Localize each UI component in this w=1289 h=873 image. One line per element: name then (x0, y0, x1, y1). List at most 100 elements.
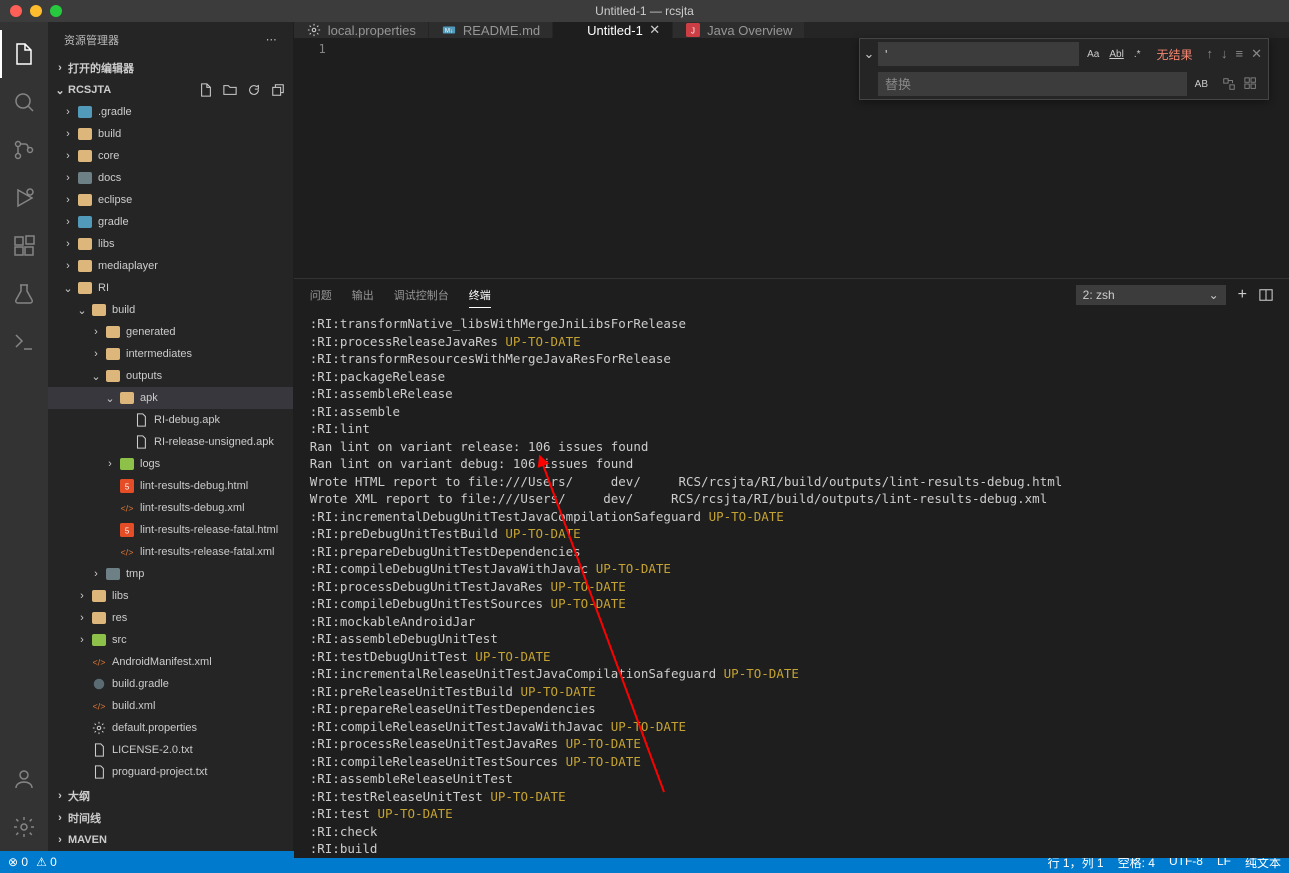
testing-icon[interactable] (0, 270, 48, 318)
settings-gear-icon[interactable] (0, 803, 48, 851)
tree-item[interactable]: ›build (48, 123, 293, 145)
tree-item[interactable]: </>build.xml (48, 695, 293, 717)
tab-terminal[interactable]: 终端 (469, 283, 491, 308)
match-case-icon[interactable]: Aa (1083, 46, 1103, 63)
maximize-window-icon[interactable] (50, 5, 62, 17)
find-prev-icon[interactable]: ↑ (1207, 46, 1214, 62)
editor-tab[interactable]: JJava Overview (673, 22, 805, 38)
tree-item[interactable]: ⌄outputs (48, 365, 293, 387)
tree-item[interactable]: ›src (48, 629, 293, 651)
find-selection-icon[interactable]: ≡ (1236, 46, 1244, 62)
tree-item[interactable]: </>lint-results-release-fatal.xml (48, 541, 293, 563)
replace-all-icon[interactable] (1244, 77, 1258, 91)
tree-item[interactable]: ›.gradle (48, 101, 293, 123)
file-type-icon (76, 128, 94, 140)
editor-tabs: local.propertiesM↓README.mdUntitled-1✕JJ… (294, 22, 1289, 38)
sidebar-more-icon[interactable]: ⋯ (266, 33, 277, 46)
file-type-icon (76, 150, 94, 162)
accounts-icon[interactable] (0, 755, 48, 803)
remote-icon[interactable] (0, 318, 48, 366)
tab-output[interactable]: 输出 (352, 283, 374, 307)
replace-one-icon[interactable] (1222, 77, 1236, 91)
tree-item[interactable]: ›tmp (48, 563, 293, 585)
tree-item-label: libs (98, 238, 115, 250)
section-outline[interactable]: ›大纲 (48, 785, 293, 807)
match-word-icon[interactable]: Abl (1105, 46, 1127, 63)
chevron-down-icon: ⌄ (52, 84, 68, 97)
tree-item[interactable]: ⌄build (48, 299, 293, 321)
tree-item-label: eclipse (98, 194, 132, 206)
tree-item[interactable]: LICENSE-2.0.txt (48, 739, 293, 761)
tree-item[interactable]: ›mediaplayer (48, 255, 293, 277)
tree-item[interactable]: default.properties (48, 717, 293, 739)
tree-item[interactable]: ⌄RI (48, 277, 293, 299)
split-terminal-icon[interactable] (1259, 288, 1273, 302)
tab-close-icon[interactable]: ✕ (649, 22, 660, 38)
tree-item-label: RI-release-unsigned.apk (154, 436, 274, 448)
tree-item-label: build (98, 128, 121, 140)
tree-item[interactable]: RI-debug.apk (48, 409, 293, 431)
section-timeline[interactable]: ›时间线 (48, 807, 293, 829)
find-toggle-replace-icon[interactable]: ⌄ (860, 39, 878, 69)
new-folder-icon[interactable] (223, 83, 237, 97)
section-open-editors[interactable]: › 打开的编辑器 (48, 57, 293, 79)
new-terminal-icon[interactable]: + (1238, 286, 1247, 304)
tree-item[interactable]: ›core (48, 145, 293, 167)
regex-icon[interactable]: .* (1130, 46, 1145, 63)
tree-item[interactable]: ›libs (48, 585, 293, 607)
sidebar-title: 资源管理器 (64, 32, 119, 48)
tree-item[interactable]: ›gradle (48, 211, 293, 233)
preserve-case-icon[interactable]: AB (1191, 76, 1212, 93)
find-close-icon[interactable]: ✕ (1251, 46, 1262, 62)
tree-item[interactable]: ›libs (48, 233, 293, 255)
replace-input[interactable] (878, 72, 1187, 96)
svg-text:</>: </> (121, 504, 134, 514)
file-type-icon: 5 (118, 479, 136, 493)
editor-tab[interactable]: M↓README.md (429, 22, 553, 38)
find-input[interactable] (878, 42, 1079, 66)
tree-item[interactable]: ›generated (48, 321, 293, 343)
new-file-icon[interactable] (199, 83, 213, 97)
chevron-right-icon: › (52, 62, 68, 74)
close-window-icon[interactable] (10, 5, 22, 17)
tab-problems[interactable]: 问题 (310, 283, 332, 307)
run-debug-icon[interactable] (0, 174, 48, 222)
terminal-selector[interactable]: 2: zsh⌄ (1076, 285, 1226, 305)
collapse-all-icon[interactable] (271, 83, 285, 97)
editor-tab[interactable]: Untitled-1✕ (553, 22, 673, 38)
tree-item[interactable]: ›res (48, 607, 293, 629)
tree-item-label: libs (112, 590, 129, 602)
editor-area: local.propertiesM↓README.mdUntitled-1✕JJ… (294, 22, 1289, 851)
tree-item[interactable]: ›docs (48, 167, 293, 189)
status-warnings[interactable]: ⚠ 0 (36, 855, 57, 869)
tree-item[interactable]: 5lint-results-release-fatal.html (48, 519, 293, 541)
tree-item[interactable]: ›intermediates (48, 343, 293, 365)
extensions-icon[interactable] (0, 222, 48, 270)
file-tree[interactable]: ›.gradle›build›core›docs›eclipse›gradle›… (48, 101, 293, 785)
chevron-icon: ⌄ (102, 392, 118, 405)
tree-item-label: lint-results-release-fatal.html (140, 524, 278, 536)
tree-item[interactable]: </>lint-results-debug.xml (48, 497, 293, 519)
tree-item[interactable]: ›eclipse (48, 189, 293, 211)
editor-body[interactable]: 1 ⌄ Aa Abl .* 无结果 ↑ ↓ (294, 38, 1289, 278)
tab-debug-console[interactable]: 调试控制台 (394, 283, 449, 307)
terminal-output[interactable]: :RI:transformNative_libsWithMergeJniLibs… (294, 311, 1289, 858)
search-icon[interactable] (0, 78, 48, 126)
status-errors[interactable]: ⊗ 0 (8, 855, 28, 869)
minimize-window-icon[interactable] (30, 5, 42, 17)
tree-item[interactable]: </>AndroidManifest.xml (48, 651, 293, 673)
tree-item[interactable]: 5lint-results-debug.html (48, 475, 293, 497)
tree-item[interactable]: ›logs (48, 453, 293, 475)
tree-item[interactable]: RI-release-unsigned.apk (48, 431, 293, 453)
editor-content[interactable]: ⌄ Aa Abl .* 无结果 ↑ ↓ ≡ ✕ (344, 38, 1289, 278)
section-project[interactable]: ⌄ RCSJTA (48, 79, 293, 101)
section-maven[interactable]: ›MAVEN (48, 829, 293, 851)
tree-item[interactable]: build.gradle (48, 673, 293, 695)
source-control-icon[interactable] (0, 126, 48, 174)
find-next-icon[interactable]: ↓ (1221, 46, 1228, 62)
tree-item[interactable]: proguard-project.txt (48, 761, 293, 783)
editor-tab[interactable]: local.properties (294, 22, 429, 38)
tree-item[interactable]: ⌄apk (48, 387, 293, 409)
explorer-icon[interactable] (0, 30, 48, 78)
refresh-icon[interactable] (247, 83, 261, 97)
